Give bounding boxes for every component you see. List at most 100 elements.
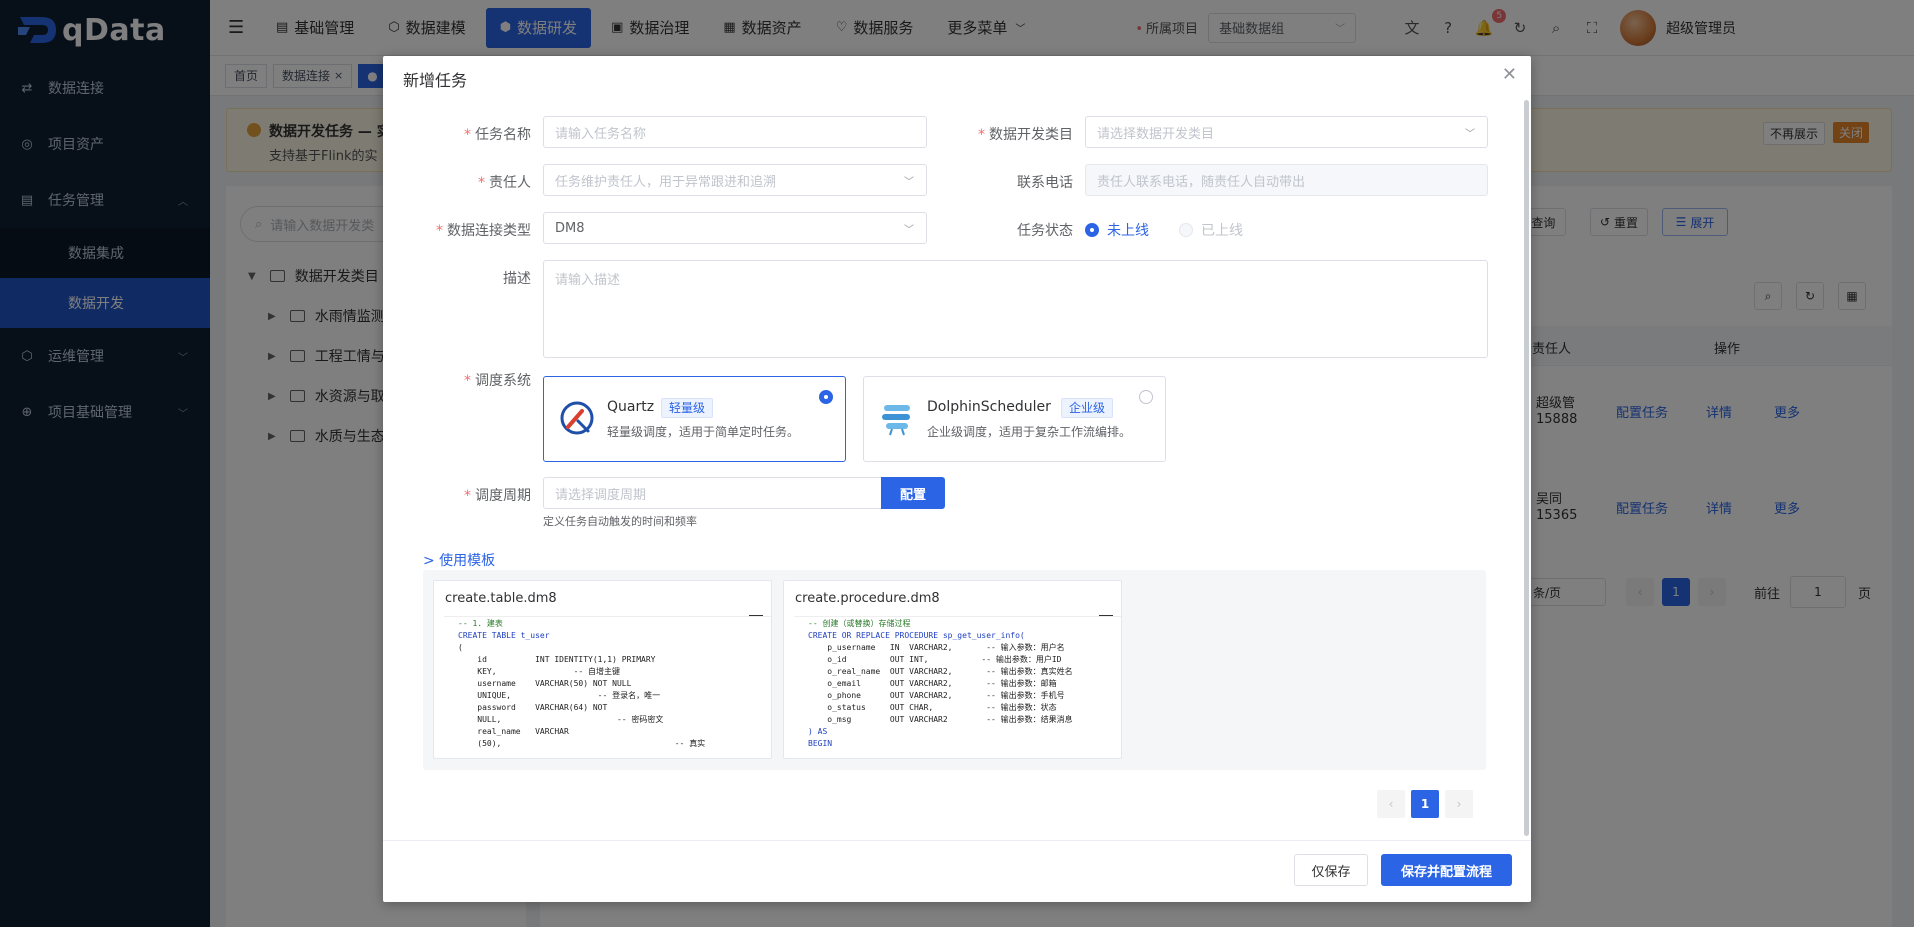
placeholder: 任务维护责任人，用于异常跟进和追溯 [555,174,777,190]
scheduler-radio[interactable] [1139,390,1153,404]
required-mark: * [436,223,443,239]
code-line: id INT IDENTITY(1,1) PRIMARY [458,655,656,664]
code-line: o_phone OUT VARCHAR2, -- 输出参数：手机号 [808,691,1065,700]
task-name-input[interactable]: 请输入任务名称 [543,116,927,148]
chevron-down-icon: ﹀ [904,176,914,188]
required-mark: * [478,175,485,191]
cycle-hint: 定义任务自动触发的时间和频率 [543,515,697,528]
code-line: BEGIN [808,739,833,748]
save-and-config-button[interactable]: 保存并配置流程 [1381,854,1512,886]
code-line: -- 创建（或替换）存储过程 [808,619,911,628]
scheduler-name: DolphinScheduler [927,399,1051,415]
prev-page-button[interactable]: ‹ [1377,790,1405,818]
required-mark: * [464,127,471,143]
code-line: p_username IN VARCHAR2, -- 输入参数：用户名 [808,643,1065,652]
code-line: CREATE OR REPLACE PROCEDURE sp_get_user_… [808,631,1025,640]
quartz-logo-icon [560,401,594,435]
template-list: create.table.dm8 -- 1. 建表 CREATE TABLE t… [423,570,1486,770]
radio-dot [1179,223,1193,237]
required-mark: * [978,127,985,143]
scheduler-card-quartz[interactable]: Quartz 轻量级 轻量级调度，适用于简单定时任务。 [543,376,846,462]
conn-type-label: * 数据连接类型 [383,220,531,240]
code-line: ) AS [808,727,828,736]
label-text: 数据连接类型 [447,223,531,239]
radio-dot [1085,223,1099,237]
page-number[interactable]: 1 [1411,790,1439,818]
scheduler-desc: 轻量级调度，适用于简单定时任务。 [607,425,800,439]
owner-label: * 责任人 [383,172,531,192]
template-code-preview: -- 创建（或替换）存储过程 CREATE OR REPLACE PROCEDU… [794,616,1121,752]
code-line: o_id OUT INT, -- 输出参数：用户ID [808,655,1062,664]
cycle-label: * 调度周期 [383,485,531,505]
code-line: password VARCHAR(64) NOT [458,703,608,712]
label-text: 联系电话 [1017,175,1073,191]
category-select[interactable]: 请选择数据开发类目 ﹀ [1085,116,1488,148]
use-template-toggle[interactable]: > 使用模板 [423,550,495,570]
scheduler-name: Quartz [607,399,655,415]
template-code-preview: -- 1. 建表 CREATE TABLE t_user ( id INT ID… [444,616,771,752]
status-online-radio: 已上线 [1179,220,1243,240]
dolphinscheduler-logo-icon [882,405,910,436]
code-line: o_real_name OUT VARCHAR2, -- 输出参数：真实姓名 [808,667,1073,676]
category-label: * 数据开发类目 [923,124,1073,144]
task-name-label: * 任务名称 [383,124,531,144]
scheduler-label: * 调度系统 [383,370,531,390]
cycle-config-button[interactable]: 配置 [881,477,945,509]
placeholder: 请选择调度周期 [555,487,647,503]
placeholder: 责任人联系电话，随责任人自动带出 [1097,174,1306,190]
template-card[interactable]: create.table.dm8 -- 1. 建表 CREATE TABLE t… [433,580,772,759]
label-text: 调度周期 [475,488,531,504]
conn-type-select[interactable]: DM8 ﹀ [543,212,927,244]
status-offline-radio[interactable]: 未上线 [1085,220,1149,240]
code-line: (50), -- 真实 [458,739,706,748]
scheduler-radio[interactable] [819,390,833,404]
label-text: 责任人 [489,175,531,191]
save-only-button[interactable]: 仅保存 [1294,854,1368,886]
label-text: 任务状态 [1017,223,1073,239]
label-text: 数据开发类目 [989,127,1073,143]
label-text: 调度系统 [475,373,531,389]
radio-label: 已上线 [1201,223,1243,239]
owner-select[interactable]: 任务维护责任人，用于异常跟进和追溯 ﹀ [543,164,927,196]
required-mark: * [464,488,471,504]
desc-label: 描述 [383,268,531,288]
phone-label: 联系电话 [923,172,1073,192]
code-line: KEY, -- 自增主键 [458,667,621,676]
phone-input: 责任人联系电话，随责任人自动带出 [1085,164,1488,196]
code-line: ( [458,643,463,652]
template-name: create.procedure.dm8 [795,591,940,606]
new-task-dialog: 新增任务 ✕ * 任务名称 请输入任务名称 * 数据开发类目 请选择数据开发类目 ﹀ … [383,56,1531,902]
label-text: 描述 [503,271,531,287]
scheduler-tag: 企业级 [1061,398,1114,418]
radio-label: 未上线 [1107,223,1149,239]
code-line: UNIQUE, -- 登录名，唯一 [458,691,661,700]
dialog-footer: 仅保存 保存并配置流程 [383,840,1531,902]
code-line: CREATE TABLE t_user [458,631,550,640]
cycle-input[interactable]: 请选择调度周期 [543,477,883,509]
code-line: -- 1. 建表 [458,619,503,628]
chevron-down-icon: ﹀ [1465,128,1475,140]
dialog-scrollbar[interactable] [1524,100,1529,836]
template-name: create.table.dm8 [445,591,557,606]
placeholder: 请输入描述 [555,273,621,288]
placeholder: 请输入任务名称 [555,126,647,142]
status-label: 任务状态 [923,220,1073,240]
code-line: o_status OUT CHAR, -- 输出参数：状态 [808,703,1057,712]
scheduler-desc: 企业级调度，适用于复杂工作流编排。 [927,425,1132,439]
code-line: o_email OUT VARCHAR2, -- 输出参数：邮箱 [808,679,1057,688]
desc-textarea[interactable]: 请输入描述 [543,260,1488,358]
close-icon[interactable]: ✕ [1502,64,1517,85]
scheduler-tag: 轻量级 [661,398,714,418]
code-line: o_msg OUT VARCHAR2 -- 输出参数：结果消息 [808,715,1073,724]
code-line: username VARCHAR(50) NOT NULL [458,679,632,688]
required-mark: * [464,373,471,389]
dialog-title: 新增任务 [403,71,468,90]
scheduler-card-dolphin[interactable]: DolphinScheduler 企业级 企业级调度，适用于复杂工作流编排。 [863,376,1166,462]
code-line: real_name VARCHAR [458,727,569,736]
chevron-down-icon: ﹀ [904,224,914,236]
next-page-button[interactable]: › [1445,790,1473,818]
placeholder: 请选择数据开发类目 [1097,126,1215,142]
template-pagination: ‹ 1 › [1371,790,1473,818]
template-card[interactable]: create.procedure.dm8 -- 创建（或替换）存储过程 CREA… [783,580,1122,759]
select-value: DM8 [555,220,585,236]
